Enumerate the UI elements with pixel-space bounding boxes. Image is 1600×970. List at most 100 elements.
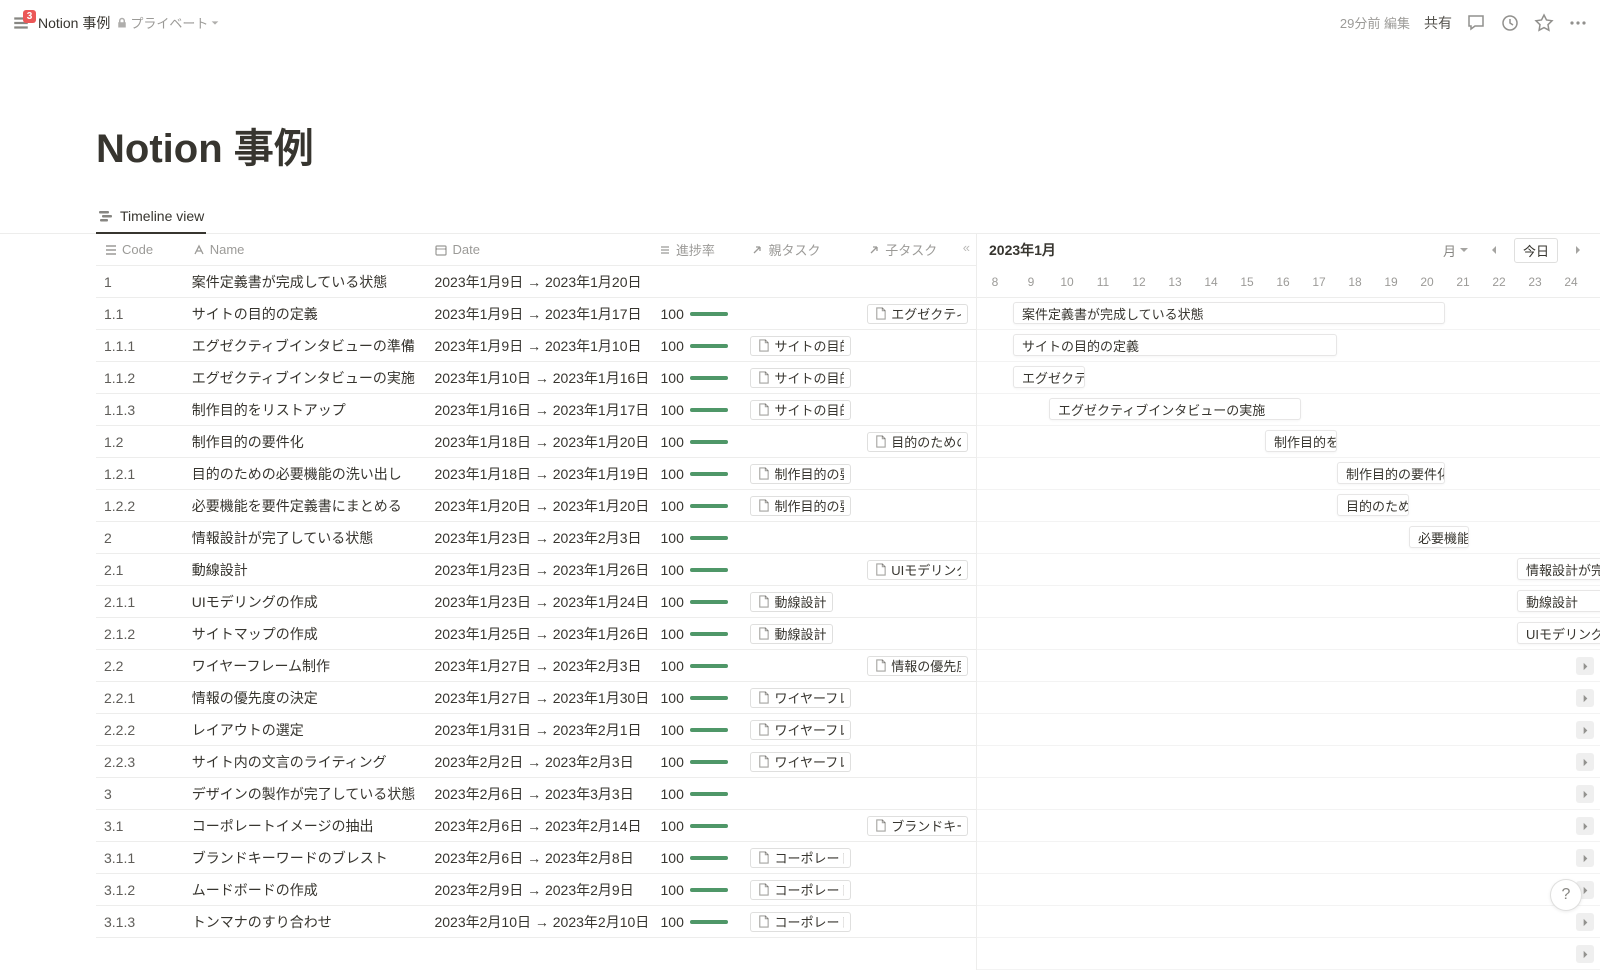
prev-button[interactable] bbox=[1484, 242, 1504, 258]
offscreen-indicator[interactable] bbox=[1576, 689, 1594, 707]
cell-name[interactable]: レイアウトの選定 bbox=[184, 720, 427, 740]
table-row[interactable]: 2.1.2サイトマップの作成2023年1月25日 → 2023年1月26日100… bbox=[96, 618, 976, 650]
table-row[interactable]: 3.1.2ムードボードの作成2023年2月9日 → 2023年2月9日100コー… bbox=[96, 874, 976, 906]
child-chip[interactable]: 情報の優先度の bbox=[867, 656, 968, 676]
timeline-bar[interactable]: サイトの目的の定義 bbox=[1013, 334, 1337, 356]
table-row[interactable]: 3.1.1ブランドキーワードのブレスト2023年2月6日 → 2023年2月8日… bbox=[96, 842, 976, 874]
cell-name[interactable]: 制作目的をリストアップ bbox=[184, 400, 427, 420]
cell-name[interactable]: ワイヤーフレーム制作 bbox=[184, 656, 427, 676]
table-row[interactable]: 1.2制作目的の要件化2023年1月18日 → 2023年1月20日100目的の… bbox=[96, 426, 976, 458]
parent-chip[interactable]: 制作目的の要 bbox=[750, 496, 851, 516]
header-progress[interactable]: 進捗率 bbox=[650, 240, 743, 259]
more-icon[interactable] bbox=[1568, 13, 1588, 33]
table-row[interactable]: 1.2.2必要機能を要件定義書にまとめる2023年1月20日 → 2023年1月… bbox=[96, 490, 976, 522]
cell-name[interactable]: デザインの製作が完了している状態 bbox=[184, 784, 427, 804]
cell-name[interactable]: 案件定義書が完成している状態 bbox=[184, 272, 427, 292]
table-row[interactable]: 2.1動線設計2023年1月23日 → 2023年1月26日100UIモデリング… bbox=[96, 554, 976, 586]
header-date[interactable]: Date bbox=[426, 242, 649, 257]
parent-chip[interactable]: 動線設計 bbox=[750, 624, 833, 644]
table-row[interactable]: 2.1.1UIモデリングの作成2023年1月23日 → 2023年1月24日10… bbox=[96, 586, 976, 618]
share-button[interactable]: 共有 bbox=[1424, 13, 1452, 33]
parent-chip[interactable]: ワイヤーフレー bbox=[750, 720, 851, 740]
cell-name[interactable]: サイトマップの作成 bbox=[184, 624, 427, 644]
table-row[interactable]: 2.2.1情報の優先度の決定2023年1月27日 → 2023年1月30日100… bbox=[96, 682, 976, 714]
cell-name[interactable]: 情報の優先度の決定 bbox=[184, 688, 427, 708]
star-icon[interactable] bbox=[1534, 13, 1554, 33]
page-title[interactable]: Notion 事例 bbox=[96, 125, 1504, 173]
table-row[interactable]: 2情報設計が完了している状態2023年1月23日 → 2023年2月3日100 bbox=[96, 522, 976, 554]
parent-chip[interactable]: サイトの目的の bbox=[750, 400, 851, 420]
parent-chip[interactable]: 動線設計 bbox=[750, 592, 833, 612]
table-row[interactable]: 1.1.2エグゼクティブインタビューの実施2023年1月10日 → 2023年1… bbox=[96, 362, 976, 394]
parent-chip[interactable]: コーポレート bbox=[750, 880, 851, 900]
table-row[interactable]: 3.1.3トンマナのすり合わせ2023年2月10日 → 2023年2月10日10… bbox=[96, 906, 976, 938]
offscreen-indicator[interactable] bbox=[1576, 753, 1594, 771]
timeline-bar[interactable]: エグゼクティブインタビューの実施 bbox=[1049, 398, 1301, 420]
breadcrumb-title[interactable]: Notion 事例 bbox=[38, 13, 110, 33]
cell-name[interactable]: 制作目的の要件化 bbox=[184, 432, 427, 452]
tab-timeline[interactable]: Timeline view bbox=[96, 202, 206, 234]
table-row[interactable]: 3.1コーポレートイメージの抽出2023年2月6日 → 2023年2月14日10… bbox=[96, 810, 976, 842]
header-code[interactable]: Code bbox=[96, 242, 184, 257]
timeline-bar[interactable]: 案件定義書が完成している状態 bbox=[1013, 302, 1445, 324]
table-row[interactable]: 2.2.3サイト内の文言のライティング2023年2月2日 → 2023年2月3日… bbox=[96, 746, 976, 778]
today-button[interactable]: 今日 bbox=[1514, 238, 1558, 263]
timeline-bar[interactable]: 制作目的をリストアップ bbox=[1265, 430, 1337, 452]
child-chip[interactable]: UIモデリングの bbox=[867, 560, 968, 580]
cell-name[interactable]: ブランドキーワードのブレスト bbox=[184, 848, 427, 868]
header-name[interactable]: Name bbox=[184, 242, 427, 257]
comments-icon[interactable] bbox=[1466, 13, 1486, 33]
parent-chip[interactable]: 制作目的の要 bbox=[750, 464, 851, 484]
cell-name[interactable]: エグゼクティブインタビューの実施 bbox=[184, 368, 427, 388]
offscreen-indicator[interactable] bbox=[1576, 849, 1594, 867]
timeline-bar[interactable]: 動線設計 bbox=[1517, 590, 1600, 612]
timeline-bar[interactable]: 目的のための必要機能の洗い出し bbox=[1337, 494, 1409, 516]
header-parent[interactable]: 親タスク bbox=[742, 240, 859, 259]
cell-name[interactable]: サイト内の文言のライティング bbox=[184, 752, 427, 772]
table-row[interactable]: 1案件定義書が完成している状態2023年1月9日 → 2023年1月20日 bbox=[96, 266, 976, 298]
timeline-bar[interactable]: 必要機能を要件定義書にまとめる bbox=[1409, 526, 1469, 548]
cell-name[interactable]: エグゼクティブインタビューの準備 bbox=[184, 336, 427, 356]
help-button[interactable]: ? bbox=[1550, 879, 1582, 911]
sidebar-toggle[interactable]: 3 bbox=[12, 14, 30, 32]
parent-chip[interactable]: ワイヤーフレー bbox=[750, 688, 851, 708]
table-row[interactable]: 2.2ワイヤーフレーム制作2023年1月27日 → 2023年2月3日100情報… bbox=[96, 650, 976, 682]
cell-name[interactable]: ムードボードの作成 bbox=[184, 880, 427, 900]
cell-name[interactable]: 動線設計 bbox=[184, 560, 427, 580]
timeline-bar[interactable]: 情報設計が完了 bbox=[1517, 558, 1600, 580]
child-chip[interactable]: 目的のための必 bbox=[867, 432, 968, 452]
collapse-table-button[interactable]: « bbox=[963, 240, 968, 255]
cell-name[interactable]: 目的のための必要機能の洗い出し bbox=[184, 464, 427, 484]
granularity-selector[interactable]: 月 bbox=[1439, 239, 1474, 262]
parent-chip[interactable]: サイトの目的の bbox=[750, 368, 851, 388]
timeline-bar[interactable]: エグゼクティブインタビューの準備 bbox=[1013, 366, 1085, 388]
updates-icon[interactable] bbox=[1500, 13, 1520, 33]
offscreen-indicator[interactable] bbox=[1576, 721, 1594, 739]
offscreen-indicator[interactable] bbox=[1576, 945, 1594, 963]
offscreen-indicator[interactable] bbox=[1576, 657, 1594, 675]
parent-chip[interactable]: コーポレート bbox=[750, 848, 851, 868]
privacy-selector[interactable]: プライベート bbox=[116, 13, 220, 32]
header-child[interactable]: 子タスク bbox=[859, 240, 976, 259]
table-row[interactable]: 1.1.3制作目的をリストアップ2023年1月16日 → 2023年1月17日1… bbox=[96, 394, 976, 426]
table-row[interactable]: 2.2.2レイアウトの選定2023年1月31日 → 2023年2月1日100ワイ… bbox=[96, 714, 976, 746]
next-button[interactable] bbox=[1568, 242, 1588, 258]
table-row[interactable]: 1.1サイトの目的の定義2023年1月9日 → 2023年1月17日100エグゼ… bbox=[96, 298, 976, 330]
parent-chip[interactable]: サイトの目的の bbox=[750, 336, 851, 356]
cell-name[interactable]: UIモデリングの作成 bbox=[184, 592, 427, 612]
timeline-bar[interactable]: UIモデリングの bbox=[1517, 622, 1600, 644]
cell-name[interactable]: コーポレートイメージの抽出 bbox=[184, 816, 427, 836]
child-chip[interactable]: ブランドキー bbox=[867, 816, 968, 836]
offscreen-indicator[interactable] bbox=[1576, 817, 1594, 835]
cell-name[interactable]: 情報設計が完了している状態 bbox=[184, 528, 427, 548]
timeline-bar[interactable]: 制作目的の要件化 bbox=[1337, 462, 1445, 484]
offscreen-indicator[interactable] bbox=[1576, 785, 1594, 803]
table-row[interactable]: 1.1.1エグゼクティブインタビューの準備2023年1月9日 → 2023年1月… bbox=[96, 330, 976, 362]
child-chip[interactable]: エグゼクティ bbox=[867, 304, 968, 324]
table-row[interactable]: 3デザインの製作が完了している状態2023年2月6日 → 2023年3月3日10… bbox=[96, 778, 976, 810]
cell-name[interactable]: 必要機能を要件定義書にまとめる bbox=[184, 496, 427, 516]
cell-name[interactable]: サイトの目的の定義 bbox=[184, 304, 427, 324]
offscreen-indicator[interactable] bbox=[1576, 913, 1594, 931]
parent-chip[interactable]: ワイヤーフレー bbox=[750, 752, 851, 772]
table-row[interactable]: 1.2.1目的のための必要機能の洗い出し2023年1月18日 → 2023年1月… bbox=[96, 458, 976, 490]
